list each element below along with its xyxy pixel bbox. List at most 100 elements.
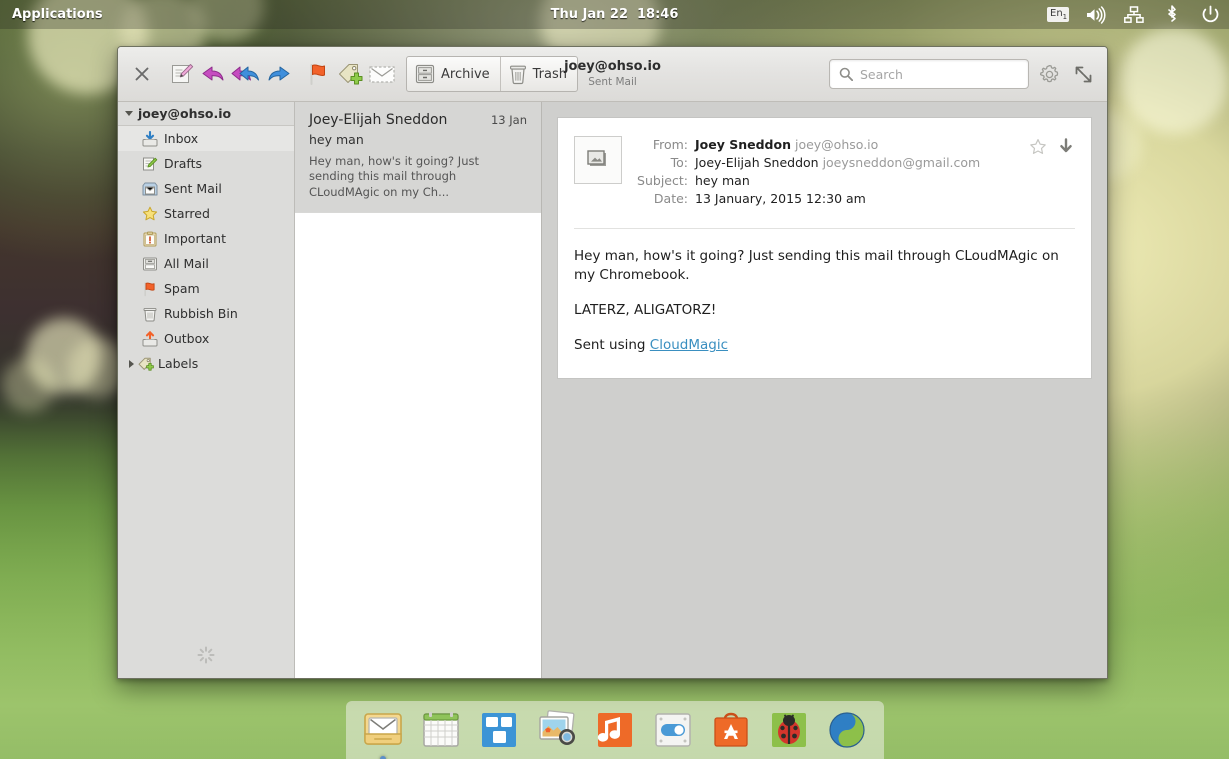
trash-button-label: Trash bbox=[533, 67, 567, 82]
dock-item-photos[interactable] bbox=[534, 707, 580, 753]
bug-reporter-icon bbox=[766, 707, 812, 753]
chevron-right-icon bbox=[129, 360, 134, 368]
email-divider bbox=[574, 228, 1075, 229]
dock-item-software-center[interactable] bbox=[708, 707, 754, 753]
date-value: 13 January, 2015 12:30 am bbox=[695, 190, 866, 207]
reading-pane: From: Joey Sneddon joey@ohso.io To: Joey… bbox=[542, 102, 1107, 678]
dock-item-mail[interactable] bbox=[360, 707, 406, 753]
flag-button[interactable] bbox=[302, 57, 334, 91]
sidebar-item-drafts[interactable]: Drafts bbox=[118, 151, 294, 176]
network-icon[interactable] bbox=[1123, 4, 1145, 26]
reply-button[interactable] bbox=[198, 57, 230, 91]
flag-icon bbox=[305, 61, 331, 87]
reply-all-button[interactable] bbox=[230, 57, 262, 91]
email-header-actions bbox=[1029, 136, 1075, 156]
fullscreen-button[interactable] bbox=[1069, 60, 1097, 88]
star-icon[interactable] bbox=[1029, 138, 1047, 156]
desktop: Applications Thu Jan 2218:46 En1 bbox=[0, 0, 1229, 759]
mail-application-window: Archive Trash joey@ohso.io Sent Mail bbox=[117, 46, 1108, 679]
from-name: Joey Sneddon bbox=[695, 137, 791, 152]
sidebar-item-label: Sent Mail bbox=[164, 181, 222, 196]
clock-date: Thu Jan 22 bbox=[551, 7, 628, 22]
keyboard-layout-indicator[interactable]: En1 bbox=[1047, 4, 1069, 26]
sidebar-item-inbox[interactable]: Inbox bbox=[118, 126, 294, 151]
avatar bbox=[574, 136, 622, 184]
message-list[interactable]: Joey-Elijah Sneddon 13 Jan hey man Hey m… bbox=[295, 102, 542, 678]
email-from-row: From: Joey Sneddon joey@ohso.io bbox=[636, 136, 1015, 153]
drafts-icon bbox=[142, 156, 158, 172]
sidebar-item-spam[interactable]: Spam bbox=[118, 276, 294, 301]
sidebar-item-outbox[interactable]: Outbox bbox=[118, 326, 294, 351]
compose-button[interactable] bbox=[166, 57, 198, 91]
panel-clock[interactable]: Thu Jan 22 18:46 bbox=[0, 7, 1229, 22]
sidebar-item-labels[interactable]: Labels bbox=[118, 351, 294, 376]
forward-button[interactable] bbox=[262, 57, 294, 91]
email-fields: From: Joey Sneddon joey@ohso.io To: Joey… bbox=[636, 136, 1015, 208]
settings-gear-button[interactable] bbox=[1035, 60, 1063, 88]
dock bbox=[346, 701, 884, 759]
sidebar-item-label: Important bbox=[164, 231, 226, 246]
email-card: From: Joey Sneddon joey@ohso.io To: Joey… bbox=[557, 117, 1092, 379]
sidebar-item-label: Starred bbox=[164, 206, 210, 221]
subject-value: hey man bbox=[695, 172, 750, 189]
archive-trash-button-group: Archive Trash bbox=[406, 56, 578, 92]
trash-button[interactable]: Trash bbox=[500, 57, 577, 91]
dock-item-settings[interactable] bbox=[650, 707, 696, 753]
dock-item-calendar[interactable] bbox=[418, 707, 464, 753]
loading-spinner bbox=[118, 646, 294, 664]
workspaces-icon bbox=[476, 707, 522, 753]
close-icon bbox=[135, 67, 149, 81]
sidebar-item-sent-mail[interactable]: Sent Mail bbox=[118, 176, 294, 201]
download-arrow-icon[interactable] bbox=[1057, 138, 1075, 156]
keyboard-layout-index: 1 bbox=[1063, 13, 1067, 21]
mark-unread-button[interactable] bbox=[366, 57, 398, 91]
search-input[interactable] bbox=[860, 67, 1019, 82]
dock-item-workspaces[interactable] bbox=[476, 707, 522, 753]
email-header: From: Joey Sneddon joey@ohso.io To: Joey… bbox=[574, 136, 1075, 208]
sidebar-item-starred[interactable]: Starred bbox=[118, 201, 294, 226]
sidebar-item-label: Spam bbox=[164, 281, 200, 296]
all-mail-icon bbox=[142, 256, 158, 272]
expand-arrows-icon bbox=[1074, 65, 1093, 84]
sidebar-item-rubbish-bin[interactable]: Rubbish Bin bbox=[118, 301, 294, 326]
sidebar-item-label: All Mail bbox=[164, 256, 209, 271]
gear-icon bbox=[1039, 64, 1060, 85]
dock-item-web-browser[interactable] bbox=[824, 707, 870, 753]
mark-unread-icon bbox=[368, 62, 396, 86]
add-label-button[interactable] bbox=[334, 57, 366, 91]
sidebar: joey@ohso.io Inbox D bbox=[118, 102, 295, 678]
toolbar-right-group bbox=[829, 59, 1097, 89]
add-label-icon bbox=[337, 61, 363, 87]
message-list-item[interactable]: Joey-Elijah Sneddon 13 Jan hey man Hey m… bbox=[295, 102, 541, 213]
photos-icon bbox=[534, 707, 580, 753]
cloudmagic-link[interactable]: CloudMagic bbox=[650, 337, 728, 353]
from-label: From: bbox=[636, 136, 688, 153]
sidebar-account-row[interactable]: joey@ohso.io bbox=[118, 102, 294, 126]
close-window-button[interactable] bbox=[128, 57, 156, 91]
message-item-header: Joey-Elijah Sneddon 13 Jan bbox=[309, 112, 527, 128]
clock-time: 18:46 bbox=[637, 7, 678, 22]
power-icon[interactable] bbox=[1199, 4, 1221, 26]
sidebar-item-important[interactable]: Important bbox=[118, 226, 294, 251]
bluetooth-icon[interactable] bbox=[1161, 4, 1183, 26]
email-date-row: Date: 13 January, 2015 12:30 am bbox=[636, 190, 1015, 207]
chevron-down-icon bbox=[125, 111, 133, 116]
compose-icon bbox=[169, 61, 195, 87]
to-value: Joey-Elijah Sneddon joeysneddon@gmail.co… bbox=[695, 154, 980, 171]
volume-icon[interactable] bbox=[1085, 4, 1107, 26]
reply-icon bbox=[201, 62, 227, 86]
spinner-icon bbox=[197, 646, 215, 664]
trash-icon bbox=[142, 306, 158, 322]
dock-item-bug-reporter[interactable] bbox=[766, 707, 812, 753]
web-browser-icon bbox=[824, 707, 870, 753]
archive-button-label: Archive bbox=[441, 67, 490, 82]
dock-item-music[interactable] bbox=[592, 707, 638, 753]
inbox-icon bbox=[142, 131, 158, 147]
sent-using-text: Sent using bbox=[574, 337, 650, 353]
archive-button[interactable]: Archive bbox=[407, 57, 500, 91]
sidebar-item-all-mail[interactable]: All Mail bbox=[118, 251, 294, 276]
search-box[interactable] bbox=[829, 59, 1029, 89]
email-body-paragraph: LATERZ, ALIGATORZ! bbox=[574, 301, 1075, 320]
email-body-paragraph: Hey man, how's it going? Just sending th… bbox=[574, 247, 1075, 285]
star-icon bbox=[142, 206, 158, 222]
